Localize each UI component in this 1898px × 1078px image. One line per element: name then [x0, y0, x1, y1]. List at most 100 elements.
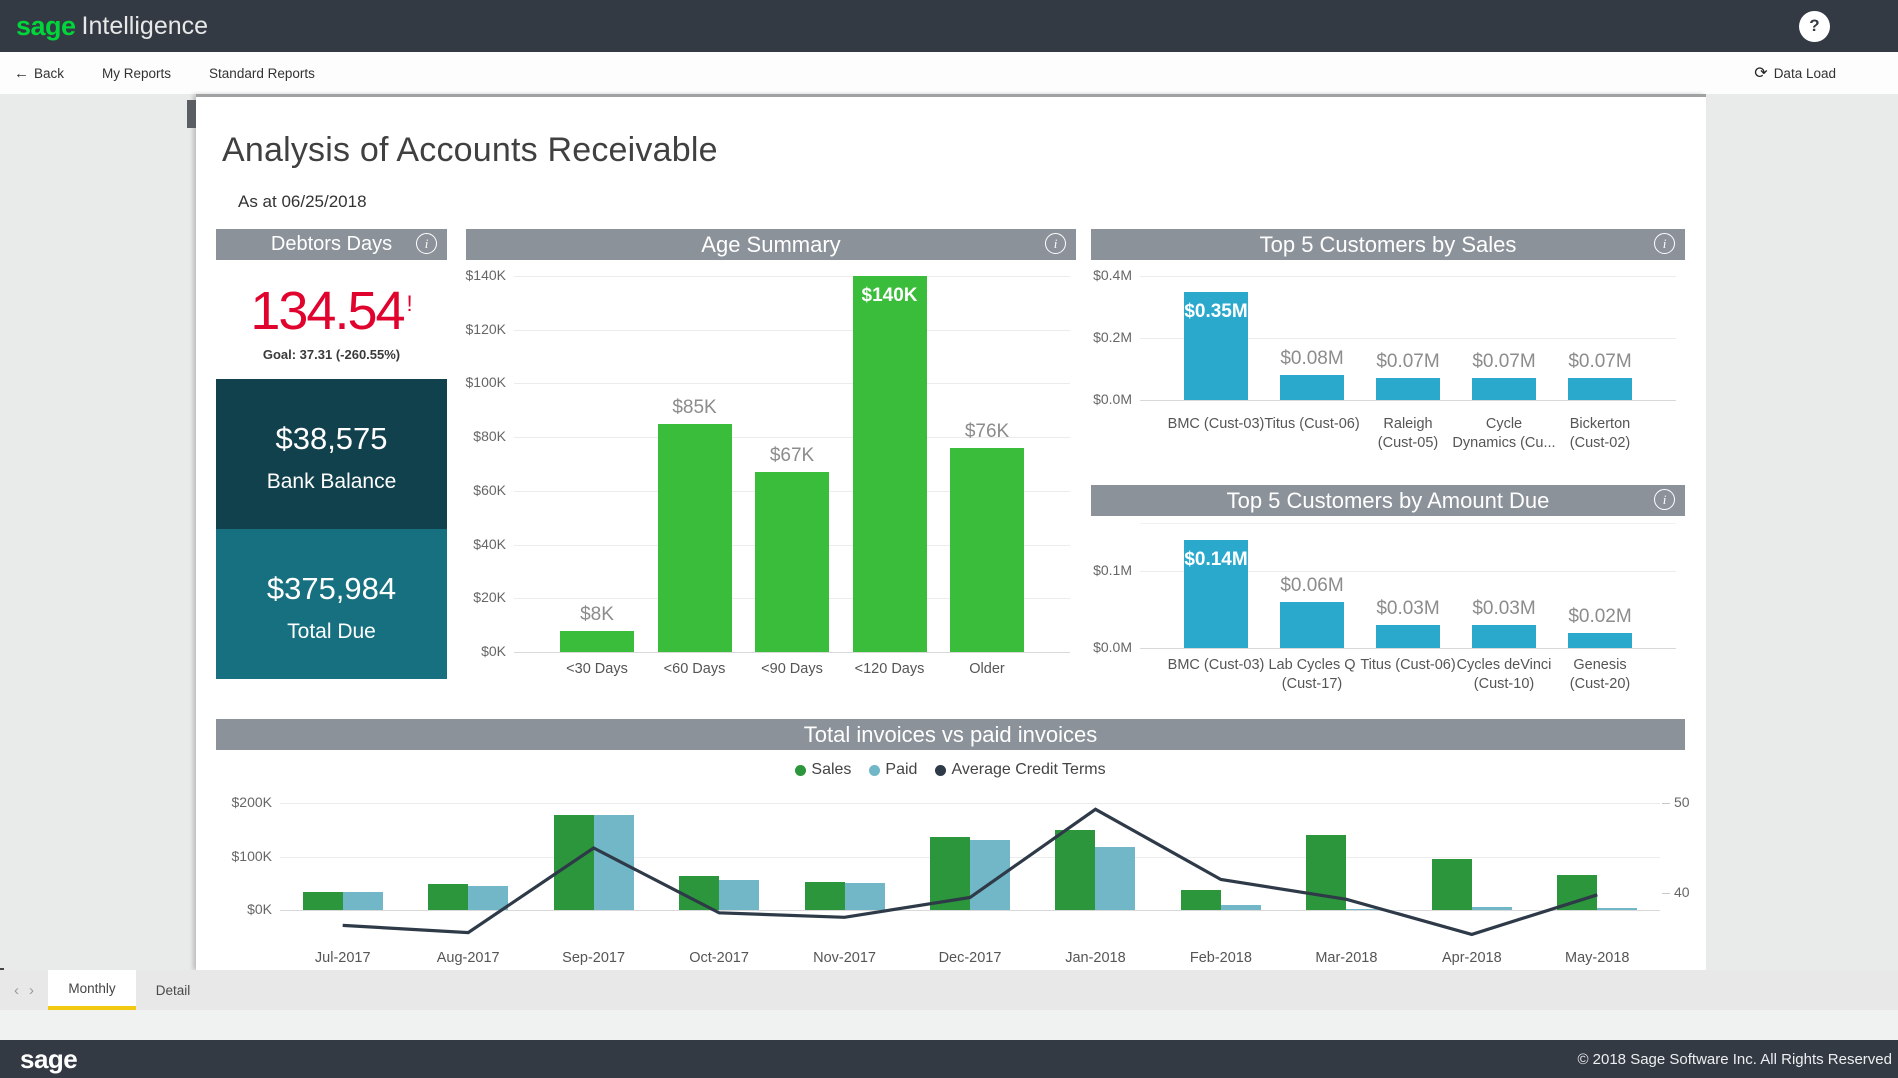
total-due-card: $375,984 Total Due [216, 529, 447, 679]
debtors-goal-text: Goal: 37.31 (-260.55%) [216, 347, 447, 362]
tab-monthly[interactable]: Monthly [48, 970, 136, 1010]
bar[interactable] [1568, 378, 1632, 400]
legend-dot-icon [869, 765, 880, 776]
grid-line [280, 803, 1660, 804]
back-arrow-icon: ← [14, 65, 29, 82]
bar[interactable] [950, 448, 1024, 652]
bar[interactable] [343, 892, 383, 910]
top5-due-header: Top 5 Customers by Amount Due i [1091, 485, 1685, 516]
tab-detail[interactable]: Detail [136, 970, 210, 1010]
y-tick-label: $0.0M [1074, 639, 1132, 655]
back-label: Back [34, 66, 64, 81]
x-tick-label: Jan-2018 [1040, 949, 1150, 968]
data-load-button[interactable]: ⟳ Data Load [1754, 63, 1836, 83]
bar[interactable] [805, 882, 845, 910]
bar[interactable] [303, 892, 343, 910]
bar[interactable] [658, 424, 732, 652]
scrollbar-thumb[interactable] [187, 100, 196, 128]
info-icon[interactable]: i [1654, 489, 1675, 510]
tab-prev-icon[interactable]: ‹ [14, 982, 19, 999]
bar[interactable] [1055, 830, 1095, 910]
y-tick-label: $100K [210, 848, 272, 864]
back-button[interactable]: ← Back [14, 65, 64, 82]
bar[interactable] [755, 472, 829, 652]
x-tick-label: Bickerton (Cust-02) [1538, 415, 1662, 453]
footer-bar: sage © 2018 Sage Software Inc. All Right… [0, 1040, 1898, 1078]
top5-sales-header: Top 5 Customers by Sales i [1091, 229, 1685, 260]
x-tick-label: Genesis (Cust-20) [1538, 656, 1662, 694]
total-due-label: Total Due [216, 620, 447, 644]
top5-sales-title: Top 5 Customers by Sales [1260, 232, 1517, 258]
bar-value-label: $85K [635, 397, 755, 419]
bar[interactable] [970, 840, 1010, 910]
bar[interactable] [853, 276, 927, 652]
legend-label: Paid [885, 761, 917, 779]
bar[interactable] [679, 876, 719, 910]
debtors-days-title: Debtors Days [271, 233, 392, 256]
grid-line [1140, 523, 1676, 524]
y-tick-label: $140K [444, 267, 506, 283]
bar[interactable] [554, 815, 594, 910]
nav-my-reports[interactable]: My Reports [102, 66, 171, 81]
bar[interactable] [1432, 859, 1472, 910]
legend-label: Average Credit Terms [951, 761, 1105, 779]
legend-dot-icon [935, 765, 946, 776]
total-due-value: $375,984 [216, 571, 447, 607]
bar[interactable] [1597, 908, 1637, 910]
bar[interactable] [594, 815, 634, 910]
invoices-chart-title: Total invoices vs paid invoices [804, 722, 1097, 748]
right-axis-tick [1662, 803, 1670, 804]
help-button[interactable]: ? [1799, 11, 1830, 42]
page-tab-strip: ‹ › Monthly Detail [0, 970, 1898, 1010]
legend-item[interactable]: Paid [869, 761, 917, 779]
y-tick-label-right: 50 [1674, 794, 1704, 810]
x-tick-label: May-2018 [1542, 949, 1652, 968]
y-tick-label: $80K [444, 428, 506, 444]
bar[interactable] [930, 837, 970, 910]
x-tick-label: Nov-2017 [790, 949, 900, 968]
bar[interactable] [1221, 905, 1261, 910]
age-summary-header: Age Summary i [466, 229, 1076, 260]
info-icon[interactable]: i [1045, 233, 1066, 254]
legend-item[interactable]: Sales [795, 761, 851, 779]
bar[interactable] [1346, 909, 1386, 910]
bar[interactable] [1472, 907, 1512, 910]
below-tabs-area [0, 1010, 1898, 1040]
bar[interactable] [1181, 890, 1221, 910]
bar[interactable] [1472, 625, 1536, 648]
info-icon[interactable]: i [1654, 233, 1675, 254]
grid-line [514, 652, 1070, 653]
top-bar: sage Intelligence ? [0, 0, 1898, 52]
legend-dot-icon [795, 765, 806, 776]
grid-line [514, 383, 1070, 384]
tab-next-icon[interactable]: › [29, 982, 34, 999]
bar[interactable] [719, 880, 759, 910]
bar[interactable] [1568, 633, 1632, 648]
bar[interactable] [560, 631, 634, 652]
legend-item[interactable]: Average Credit Terms [935, 761, 1105, 779]
sage-footer-logo: sage [20, 1044, 77, 1075]
y-tick-label: $100K [444, 374, 506, 390]
y-tick-label: $0K [210, 901, 272, 917]
alert-icon: ! [407, 291, 413, 316]
y-tick-label: $60K [444, 482, 506, 498]
bar[interactable] [1280, 375, 1344, 400]
bar[interactable] [1376, 625, 1440, 648]
info-icon[interactable]: i [416, 233, 437, 254]
bar[interactable] [1280, 602, 1344, 648]
y-tick-label: $120K [444, 321, 506, 337]
debtors-days-value: 134.54 [250, 281, 403, 341]
bar[interactable] [1472, 378, 1536, 400]
bar[interactable] [428, 884, 468, 910]
x-tick-label: Aug-2017 [413, 949, 523, 968]
bar[interactable] [1306, 835, 1346, 910]
bar[interactable] [1557, 875, 1597, 910]
refresh-icon: ⟳ [1754, 63, 1767, 83]
bar[interactable] [1376, 378, 1440, 400]
bar[interactable] [845, 883, 885, 910]
bar[interactable] [1095, 847, 1135, 910]
bar[interactable] [468, 886, 508, 910]
report-date: As at 06/25/2018 [238, 192, 367, 212]
x-tick-label: Mar-2018 [1291, 949, 1401, 968]
nav-standard-reports[interactable]: Standard Reports [209, 66, 315, 81]
